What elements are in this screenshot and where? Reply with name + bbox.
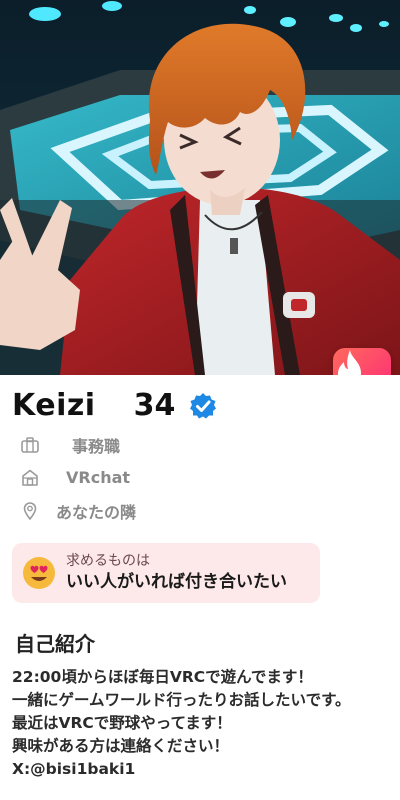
profile-name: Keizi xyxy=(12,388,96,423)
looking-for-label: 求めるものは xyxy=(66,553,150,569)
profile-details: 事務職 VRchat あなたの隣 xyxy=(20,428,380,527)
detail-location-text: あなたの隣 xyxy=(56,502,137,522)
profile-age: 34 xyxy=(133,388,176,423)
avatar-photo-illustration xyxy=(0,0,400,375)
bio-line: X:@bisi1baki1 xyxy=(12,760,136,778)
looking-for-card[interactable]: 求めるものは いい人がいれば付き合いたい xyxy=(12,543,320,603)
detail-job: 事務職 xyxy=(20,428,380,461)
detail-home-text: VRchat xyxy=(66,468,131,487)
detail-home: VRchat xyxy=(20,461,380,494)
detail-location: あなたの隣 xyxy=(20,494,380,527)
flame-icon xyxy=(338,350,361,375)
flame-logo-icon[interactable] xyxy=(333,348,391,375)
home-icon xyxy=(20,468,40,488)
briefcase-icon xyxy=(20,435,40,455)
about-title: 自己紹介 xyxy=(15,632,95,656)
heart-eyes-emoji-icon xyxy=(23,557,55,589)
location-pin-icon xyxy=(20,501,40,521)
verified-check-icon[interactable] xyxy=(189,392,217,420)
profile-photo[interactable] xyxy=(0,0,400,375)
bio-text: 22:00頃からほぼ毎日VRCで遊んでます！ 一緒にゲームワールド行ったりお話し… xyxy=(12,666,396,781)
bio-line: 最近はVRCで野球やってます！ xyxy=(12,714,232,732)
looking-for-value: いい人がいれば付き合いたい xyxy=(66,572,287,592)
detail-job-text: 事務職 xyxy=(72,436,121,456)
bio-line: 22:00頃からほぼ毎日VRCで遊んでます！ xyxy=(12,668,313,686)
bio-line: 興味がある方は連絡ください！ xyxy=(12,737,230,755)
bio-line: 一緒にゲームワールド行ったりお話したいです。 xyxy=(12,691,351,709)
profile-header: Keizi 34 xyxy=(12,388,217,423)
